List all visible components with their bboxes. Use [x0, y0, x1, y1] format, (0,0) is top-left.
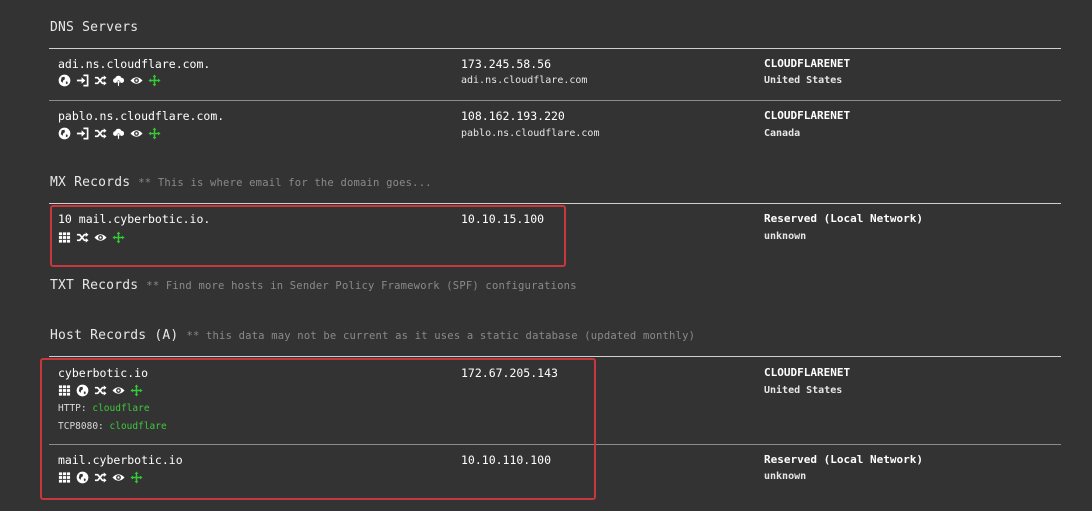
- highlight-box: [50, 205, 566, 267]
- dns-server-name: pablo.ns.cloudflare.com.: [58, 109, 225, 123]
- cloud-upload-icon[interactable]: [112, 74, 125, 87]
- dns-servers-heading: DNS Servers: [50, 20, 138, 35]
- host-records-note: ** this data may not be current as it us…: [186, 330, 696, 342]
- divider: [49, 356, 1061, 357]
- dns-row-actions: [58, 73, 161, 87]
- reverse-dns: adi.ns.cloudflare.com: [461, 75, 588, 86]
- highlight-box: [40, 358, 596, 500]
- mx-records-heading: MX Records ** This is where email for the…: [50, 175, 432, 190]
- dns-row-actions: [58, 126, 161, 140]
- eye-icon[interactable]: [130, 127, 143, 140]
- shuffle-icon[interactable]: [94, 74, 107, 87]
- host-records-title: Host Records (A): [50, 328, 179, 343]
- cloud-upload-icon[interactable]: [112, 127, 125, 140]
- globe-icon[interactable]: [58, 127, 71, 140]
- asn-name: CLOUDFLARENET: [764, 57, 851, 70]
- ip-address: 108.162.193.220: [461, 109, 565, 123]
- crosshair-icon[interactable]: [148, 127, 161, 140]
- signin-icon[interactable]: [76, 127, 89, 140]
- reverse-dns: pablo.ns.cloudflare.com: [461, 128, 600, 139]
- dns-server-name: adi.ns.cloudflare.com.: [58, 57, 211, 71]
- globe-icon[interactable]: [58, 74, 71, 87]
- txt-records-title: TXT Records: [50, 278, 139, 293]
- divider: [49, 48, 1061, 49]
- signin-icon[interactable]: [76, 74, 89, 87]
- dns-servers-title: DNS Servers: [50, 20, 139, 35]
- divider: [49, 100, 1061, 101]
- asn-name: CLOUDFLARENET: [764, 366, 851, 379]
- txt-records-note: ** Find more hosts in Sender Policy Fram…: [146, 280, 577, 292]
- eye-icon[interactable]: [130, 74, 143, 87]
- country: United States: [764, 385, 843, 396]
- crosshair-icon[interactable]: [148, 74, 161, 87]
- host-records-heading: Host Records (A) ** this data may not be …: [50, 328, 695, 343]
- country: unknown: [764, 471, 807, 482]
- country: Canada: [764, 128, 801, 139]
- asn-name: CLOUDFLARENET: [764, 109, 851, 122]
- ip-address: 173.245.58.56: [461, 57, 552, 71]
- txt-records-heading: TXT Records ** Find more hosts in Sender …: [50, 278, 577, 293]
- mx-records-note: ** This is where email for the domain go…: [138, 177, 432, 189]
- country: United States: [764, 75, 843, 86]
- asn-name: Reserved (Local Network): [764, 212, 923, 225]
- mx-records-title: MX Records: [50, 175, 131, 190]
- shuffle-icon[interactable]: [94, 127, 107, 140]
- asn-name: Reserved (Local Network): [764, 453, 923, 466]
- country: unknown: [764, 231, 807, 242]
- divider: [49, 203, 1061, 204]
